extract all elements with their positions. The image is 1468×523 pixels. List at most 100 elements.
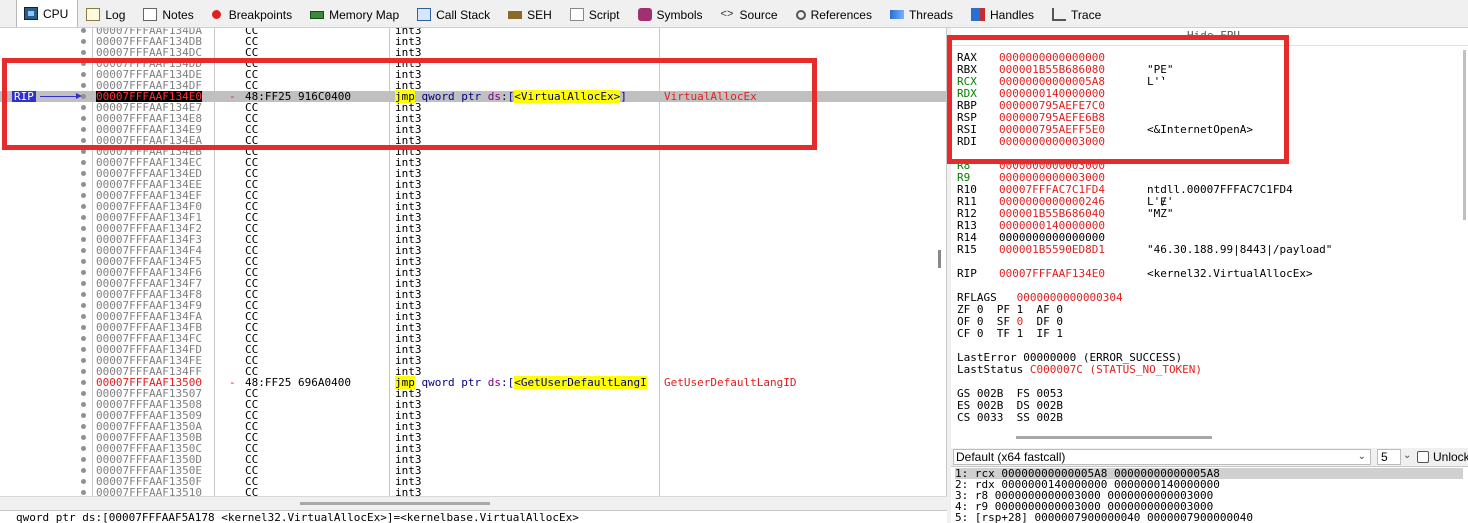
- register-value[interactable]: 000001B5590ED8D1: [999, 244, 1147, 256]
- calling-convention-select[interactable]: Default (x64 fastcall) ⌄: [953, 449, 1371, 465]
- breakpoint-dot-icon[interactable]: [81, 270, 86, 275]
- breakpoint-dot-icon[interactable]: [81, 50, 86, 55]
- tab-log[interactable]: Log: [78, 1, 135, 27]
- breakpoint-dot-icon[interactable]: [81, 259, 86, 264]
- breakpoint-dot-icon[interactable]: [81, 204, 86, 209]
- trace-icon: [1052, 8, 1067, 21]
- instruction-address: 00007FFFAAF13510: [96, 486, 202, 496]
- breakpoint-dot-icon[interactable]: [81, 193, 86, 198]
- tab-trace[interactable]: Trace: [1044, 1, 1111, 27]
- breakpoint-dot-icon[interactable]: [81, 39, 86, 44]
- jump-marker: -: [229, 376, 236, 389]
- tab-source[interactable]: <> Source: [713, 1, 788, 27]
- flag-name: CF: [957, 327, 977, 340]
- call-arguments-list[interactable]: 1: rcx 00000000000005A8 00000000000005A8…: [951, 466, 1468, 523]
- breakpoint-dot-icon[interactable]: [81, 490, 86, 495]
- register-name: R15: [957, 243, 977, 256]
- breakpoint-dot-icon[interactable]: [81, 446, 86, 451]
- segment-name: CS: [957, 411, 977, 424]
- breakpoint-dot-icon[interactable]: [81, 391, 86, 396]
- breakpoint-dot-icon[interactable]: [81, 325, 86, 330]
- argument-row[interactable]: 5: [rsp+28] 0000007900000040 00000079000…: [955, 512, 1253, 523]
- segment-value[interactable]: 0033: [977, 411, 1004, 424]
- tab-seh[interactable]: SEH: [500, 1, 562, 27]
- breakpoint-dot-icon[interactable]: [81, 358, 86, 363]
- instruction-text: int3: [395, 486, 422, 496]
- breakpoint-dot-icon[interactable]: [81, 292, 86, 297]
- references-icon: [795, 9, 806, 20]
- flag-spacer: [1063, 327, 1076, 340]
- script-icon: [569, 8, 584, 21]
- instruction-bytes: 48:FF25 696A0400: [245, 376, 351, 389]
- tab-label: Breakpoints: [228, 7, 293, 22]
- scrollbar-thumb[interactable]: [300, 502, 490, 505]
- breakpoint-dot-icon[interactable]: [81, 182, 86, 187]
- breakpoint-dot-icon[interactable]: [81, 424, 86, 429]
- tab-symbols[interactable]: Symbols: [630, 1, 713, 27]
- argument-count-spinner[interactable]: 5: [1377, 449, 1401, 465]
- threads-icon: [889, 10, 904, 19]
- register-rip[interactable]: RIP 00007FFFAAF134E0 <kernel32.VirtualAllo…: [957, 268, 1313, 280]
- breakpoint-dot-icon[interactable]: [81, 248, 86, 253]
- tab-script[interactable]: Script: [562, 1, 630, 27]
- tab-references[interactable]: References: [788, 1, 882, 27]
- registers-horizontal-scrollbar[interactable]: [1016, 436, 1212, 439]
- flag-spacer: [1023, 327, 1036, 340]
- tab-memory-map[interactable]: Memory Map: [302, 1, 409, 27]
- breakpoint-dot-icon[interactable]: [81, 171, 86, 176]
- breakpoint-dot-icon[interactable]: [81, 28, 86, 33]
- tab-breakpoints[interactable]: Breakpoints: [204, 1, 302, 27]
- handles-icon: [970, 8, 985, 21]
- cpu-icon: [24, 7, 38, 20]
- tab-threads[interactable]: Threads: [882, 1, 963, 27]
- tab-notes[interactable]: Notes: [135, 1, 203, 27]
- breakpoint-dot-icon[interactable]: [81, 468, 86, 473]
- breakpoint-dot-icon[interactable]: [81, 237, 86, 242]
- tab-handles[interactable]: Handles: [963, 1, 1044, 27]
- disassembly-horizontal-scrollbar[interactable]: [0, 496, 947, 510]
- tab-label: Trace: [1071, 7, 1102, 22]
- register-r15[interactable]: R15 000001B5590ED8D1 "46.30.188.99|8443|/p…: [957, 244, 1332, 256]
- tab-label: Threads: [908, 7, 953, 22]
- splitter-grip[interactable]: [938, 250, 941, 268]
- breakpoint-dot-icon[interactable]: [81, 336, 86, 341]
- breakpoint-dot-icon[interactable]: [81, 281, 86, 286]
- disassembly-row[interactable]: 00007FFFAAF13510 CC int3: [0, 486, 946, 496]
- tab-call-stack[interactable]: Call Stack: [409, 1, 500, 27]
- breakpoint-dot-icon[interactable]: [81, 303, 86, 308]
- breakpoint-dot-icon[interactable]: [81, 226, 86, 231]
- breakpoint-dot-icon[interactable]: [81, 457, 86, 462]
- breakpoint-dot-icon[interactable]: [81, 435, 86, 440]
- tab-label: Log: [105, 7, 126, 22]
- tab-cpu[interactable]: CPU: [16, 0, 79, 27]
- breakpoint-dot-icon[interactable]: [81, 160, 86, 165]
- tab-label: Handles: [989, 7, 1035, 22]
- segment-spacer: [1063, 411, 1076, 424]
- registers-vertical-scrollbar[interactable]: [1463, 50, 1466, 220]
- breakpoint-dot-icon[interactable]: [81, 347, 86, 352]
- flag-value[interactable]: 0: [977, 327, 984, 340]
- tab-bar: CPU Log Notes Breakpoints Memory Map Call Sta…: [0, 0, 1468, 28]
- flag-name: TF: [996, 327, 1017, 340]
- info-box: qword ptr ds:[00007FFFAAF5A178 <kernel32…: [0, 510, 947, 523]
- breakpoint-dot-icon[interactable]: [81, 215, 86, 220]
- breakpoint-dot-icon[interactable]: [81, 380, 86, 385]
- register-value[interactable]: 00007FFFAAF134E0: [999, 268, 1147, 280]
- unlocked-checkbox[interactable]: [1417, 451, 1429, 463]
- breakpoint-dot-icon[interactable]: [81, 413, 86, 418]
- label: LastStatus: [957, 363, 1030, 376]
- segment-value[interactable]: 002B: [1037, 411, 1064, 424]
- breakpoint-dot-icon[interactable]: [81, 479, 86, 484]
- breakpoint-dot-icon[interactable]: [81, 314, 86, 319]
- tab-label: Source: [739, 7, 778, 22]
- breakpoint-dot-icon[interactable]: [81, 402, 86, 407]
- instruction-comment: GetUserDefaultLangID: [664, 376, 797, 389]
- tab-label: Script: [588, 7, 620, 22]
- breakpoint-dot-icon[interactable]: [81, 369, 86, 374]
- tab-label: References: [810, 7, 872, 22]
- flag-value[interactable]: 1: [1056, 327, 1063, 340]
- chevron-down-icon[interactable]: ⌄: [1403, 450, 1411, 461]
- seh-icon: [508, 10, 523, 19]
- chevron-down-icon[interactable]: ⌄: [1358, 450, 1366, 464]
- register-comment: "46.30.188.99|8443|/payload": [1147, 243, 1333, 256]
